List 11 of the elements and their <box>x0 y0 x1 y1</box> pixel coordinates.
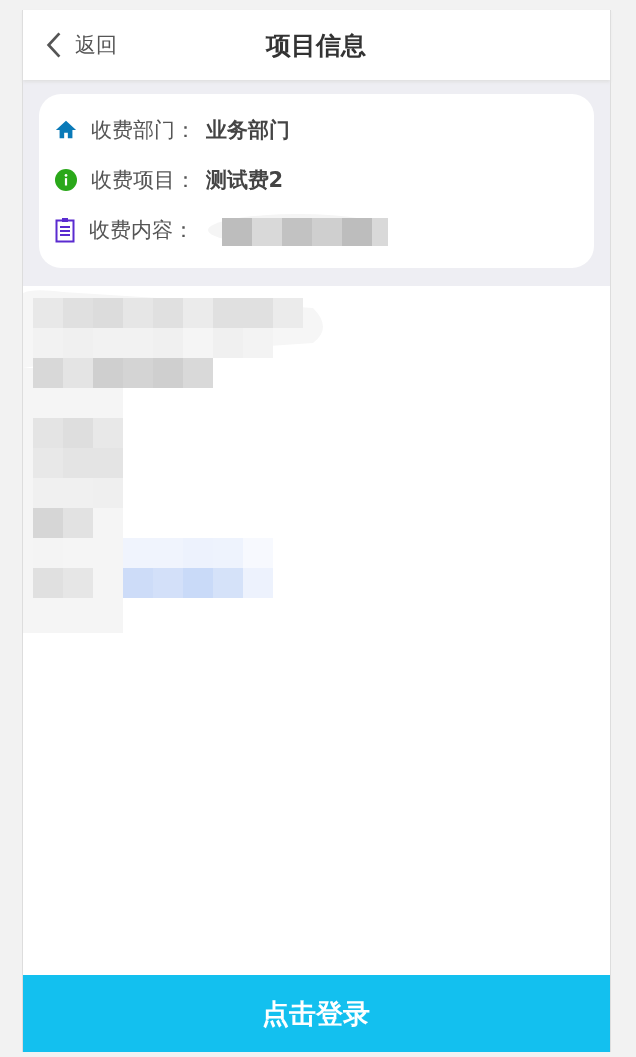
field-label: 收费项目： <box>90 167 196 194</box>
field-label: 收费内容： <box>88 217 194 244</box>
field-value: 业务部门 <box>205 117 290 144</box>
field-value: 测试费2 <box>205 167 284 194</box>
back-button[interactable]: 返回 <box>22 30 117 60</box>
chevron-left-icon <box>44 30 63 60</box>
page-title: 项目信息 <box>266 29 366 62</box>
info-icon <box>54 169 77 191</box>
field-label: 收费部门： <box>90 117 196 144</box>
clipboard-icon <box>54 217 75 243</box>
house-icon <box>54 119 77 141</box>
